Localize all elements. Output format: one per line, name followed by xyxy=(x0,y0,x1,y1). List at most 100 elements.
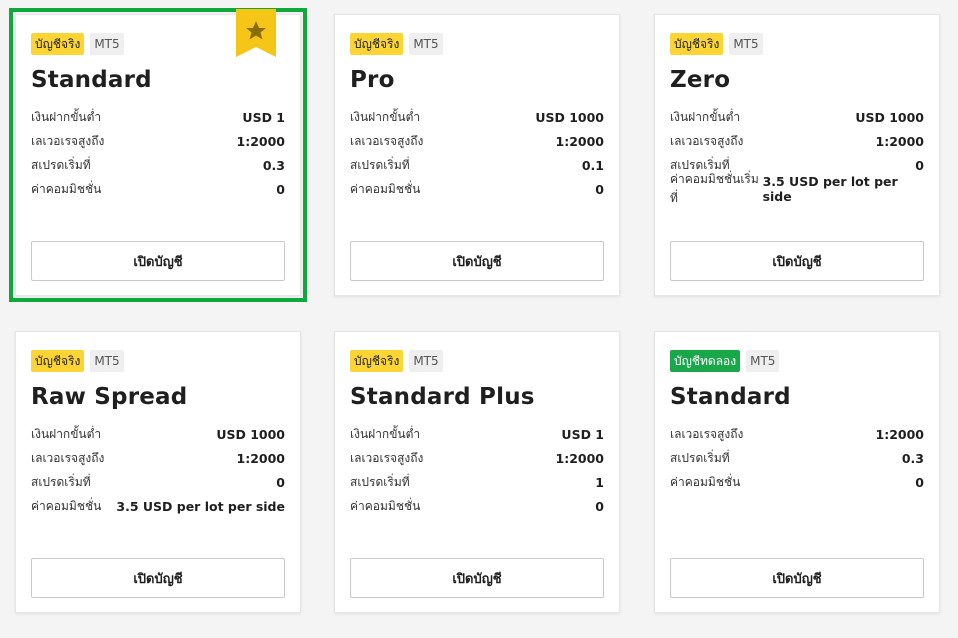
detail-label: ค่าคอมมิชชั่น xyxy=(350,181,421,196)
account-title: Pro xyxy=(350,67,395,93)
detail-value: 1:2000 xyxy=(236,133,286,149)
detail-row: สเปรดเริ่มที่ 0.3 xyxy=(670,446,924,470)
detail-label: เลเวอเรจสูงถึง xyxy=(31,133,105,148)
account-details: เงินฝากขั้นต่ำ USD 1000 เลเวอเรจสูงถึง 1… xyxy=(31,422,285,518)
detail-row: เลเวอเรจสูงถึง 1:2000 xyxy=(31,129,285,153)
detail-value: 1 xyxy=(595,474,604,490)
account-details: เงินฝากขั้นต่ำ USD 1 เลเวอเรจสูงถึง 1:20… xyxy=(31,105,285,201)
detail-value: 0.1 xyxy=(581,157,604,173)
detail-label: เลเวอเรจสูงถึง xyxy=(31,450,105,465)
detail-value: USD 1 xyxy=(561,426,604,442)
detail-label: สเปรดเริ่มที่ xyxy=(350,474,410,489)
detail-row: ค่าคอมมิชชั่น 3.5 USD per lot per side xyxy=(31,494,285,518)
detail-value: 1:2000 xyxy=(875,426,925,442)
account-card-standard-plus[interactable]: บัญชีจริง MT5 Standard Plus เงินฝากขั้นต… xyxy=(334,331,620,613)
detail-row: เลเวอเรจสูงถึง 1:2000 xyxy=(350,129,604,153)
detail-row: ค่าคอมมิชชั่น 0 xyxy=(350,177,604,201)
detail-row: สเปรดเริ่มที่ 1 xyxy=(350,470,604,494)
detail-value: USD 1000 xyxy=(216,426,285,442)
detail-row: เลเวอเรจสูงถึง 1:2000 xyxy=(670,422,924,446)
account-card-pro[interactable]: บัญชีจริง MT5 Pro เงินฝากขั้นต่ำ USD 100… xyxy=(334,14,620,296)
detail-value: 1:2000 xyxy=(555,133,605,149)
detail-value: 3.5 USD per lot per side xyxy=(762,174,898,204)
detail-value: 0.3 xyxy=(901,450,924,466)
account-kind-badge: บัญชีจริง xyxy=(350,33,404,55)
detail-value: USD 1 xyxy=(242,109,285,125)
detail-row: ค่าคอมมิชชั่นเริ่มที่ 3.5 USD per lot pe… xyxy=(670,172,924,205)
card-badges: บัญชีจริง MT5 xyxy=(31,350,124,372)
detail-label: ค่าคอมมิชชั่น xyxy=(670,474,741,489)
account-title: Standard xyxy=(670,384,791,410)
open-account-button[interactable]: เปิดบัญชี xyxy=(31,558,285,598)
detail-row: เลเวอเรจสูงถึง 1:2000 xyxy=(670,129,924,153)
detail-row: สเปรดเริ่มที่ 0.3 xyxy=(31,153,285,177)
detail-row: ค่าคอมมิชชั่น 0 xyxy=(670,470,924,494)
detail-row: เงินฝากขั้นต่ำ USD 1000 xyxy=(670,105,924,129)
card-badges: บัญชีจริง MT5 xyxy=(31,33,124,55)
detail-value: 0 xyxy=(595,181,604,197)
detail-value: 0 xyxy=(915,474,924,490)
detail-row: เงินฝากขั้นต่ำ USD 1000 xyxy=(350,105,604,129)
detail-label: เงินฝากขั้นต่ำ xyxy=(350,426,421,441)
account-details: เงินฝากขั้นต่ำ USD 1 เลเวอเรจสูงถึง 1:20… xyxy=(350,422,604,518)
detail-row: เงินฝากขั้นต่ำ USD 1000 xyxy=(31,422,285,446)
account-card-standard[interactable]: บัญชีจริง MT5 Standard เงินฝากขั้นต่ำ US… xyxy=(9,8,307,302)
platform-badge: MT5 xyxy=(409,33,443,55)
card-badges: บัญชีจริง MT5 xyxy=(350,350,443,372)
card-badges: บัญชีจริง MT5 xyxy=(670,33,763,55)
detail-label: เงินฝากขั้นต่ำ xyxy=(31,109,102,124)
detail-row: เลเวอเรจสูงถึง 1:2000 xyxy=(350,446,604,470)
open-account-button[interactable]: เปิดบัญชี xyxy=(350,241,604,281)
detail-row: เงินฝากขั้นต่ำ USD 1 xyxy=(350,422,604,446)
detail-label: สเปรดเริ่มที่ xyxy=(31,474,91,489)
detail-label: เลเวอเรจสูงถึง xyxy=(350,133,424,148)
account-title: Raw Spread xyxy=(31,384,188,410)
detail-label: ค่าคอมมิชชั่น xyxy=(350,498,421,513)
account-kind-badge: บัญชีจริง xyxy=(350,350,404,372)
account-title: Standard xyxy=(31,67,152,93)
detail-row: ค่าคอมมิชชั่น 0 xyxy=(350,494,604,518)
detail-row: สเปรดเริ่มที่ 0.1 xyxy=(350,153,604,177)
detail-label: ค่าคอมมิชชั่น xyxy=(31,498,102,513)
detail-label: เลเวอเรจสูงถึง xyxy=(350,450,424,465)
detail-value: 0 xyxy=(276,181,285,197)
detail-label: เงินฝากขั้นต่ำ xyxy=(31,426,102,441)
detail-label: เงินฝากขั้นต่ำ xyxy=(350,109,421,124)
detail-value: 1:2000 xyxy=(875,133,925,149)
detail-label: ค่าคอมมิชชั่น xyxy=(31,181,102,196)
detail-label: สเปรดเริ่มที่ xyxy=(670,450,730,465)
detail-value: USD 1000 xyxy=(855,109,924,125)
detail-value: 0 xyxy=(595,498,604,514)
detail-value: 0 xyxy=(276,474,285,490)
detail-label: ค่าคอมมิชชั่นเริ่มที่ xyxy=(670,172,759,205)
detail-label: สเปรดเริ่มที่ xyxy=(350,157,410,172)
account-card-raw-spread[interactable]: บัญชีจริง MT5 Raw Spread เงินฝากขั้นต่ำ … xyxy=(15,331,301,613)
account-details: เงินฝากขั้นต่ำ USD 1000 เลเวอเรจสูงถึง 1… xyxy=(670,105,924,206)
detail-label: เงินฝากขั้นต่ำ xyxy=(670,109,741,124)
detail-value: USD 1000 xyxy=(535,109,604,125)
detail-row: เงินฝากขั้นต่ำ USD 1 xyxy=(31,105,285,129)
detail-value: 0 xyxy=(915,157,924,173)
account-kind-badge: บัญชีจริง xyxy=(670,33,724,55)
account-card-demo-standard[interactable]: บัญชีทดลอง MT5 Standard เลเวอเรจสูงถึง 1… xyxy=(654,331,940,613)
platform-badge: MT5 xyxy=(409,350,443,372)
detail-row: เลเวอเรจสูงถึง 1:2000 xyxy=(31,446,285,470)
open-account-button[interactable]: เปิดบัญชี xyxy=(31,241,285,281)
platform-badge: MT5 xyxy=(90,33,124,55)
account-title: Zero xyxy=(670,67,731,93)
detail-value: 1:2000 xyxy=(555,450,605,466)
platform-badge: MT5 xyxy=(746,350,780,372)
account-details: เงินฝากขั้นต่ำ USD 1000 เลเวอเรจสูงถึง 1… xyxy=(350,105,604,201)
detail-label: สเปรดเริ่มที่ xyxy=(31,157,91,172)
open-account-button[interactable]: เปิดบัญชี xyxy=(670,241,924,281)
detail-label: เลเวอเรจสูงถึง xyxy=(670,133,744,148)
account-card-zero[interactable]: บัญชีจริง MT5 Zero เงินฝากขั้นต่ำ USD 10… xyxy=(654,14,940,296)
account-kind-badge: บัญชีทดลอง xyxy=(670,350,741,372)
open-account-button[interactable]: เปิดบัญชี xyxy=(350,558,604,598)
card-badges: บัญชีจริง MT5 xyxy=(350,33,443,55)
account-kind-badge: บัญชีจริง xyxy=(31,350,85,372)
card-badges: บัญชีทดลอง MT5 xyxy=(670,350,780,372)
account-details: เลเวอเรจสูงถึง 1:2000 สเปรดเริ่มที่ 0.3 … xyxy=(670,422,924,494)
open-account-button[interactable]: เปิดบัญชี xyxy=(670,558,924,598)
detail-value: 1:2000 xyxy=(236,450,286,466)
